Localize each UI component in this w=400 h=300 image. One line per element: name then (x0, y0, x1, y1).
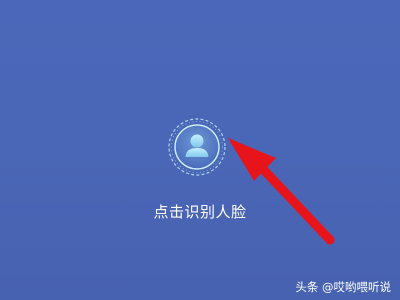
face-scan-button[interactable] (167, 117, 227, 177)
face-recognition-screen: 点击识别人脸 头条 @哎哟喂听说 (0, 0, 400, 300)
watermark-text: 头条 @哎哟喂听说 (295, 280, 391, 294)
face-scan-icon (168, 118, 226, 176)
face-recognition-label: 点击识别人脸 (153, 203, 247, 221)
